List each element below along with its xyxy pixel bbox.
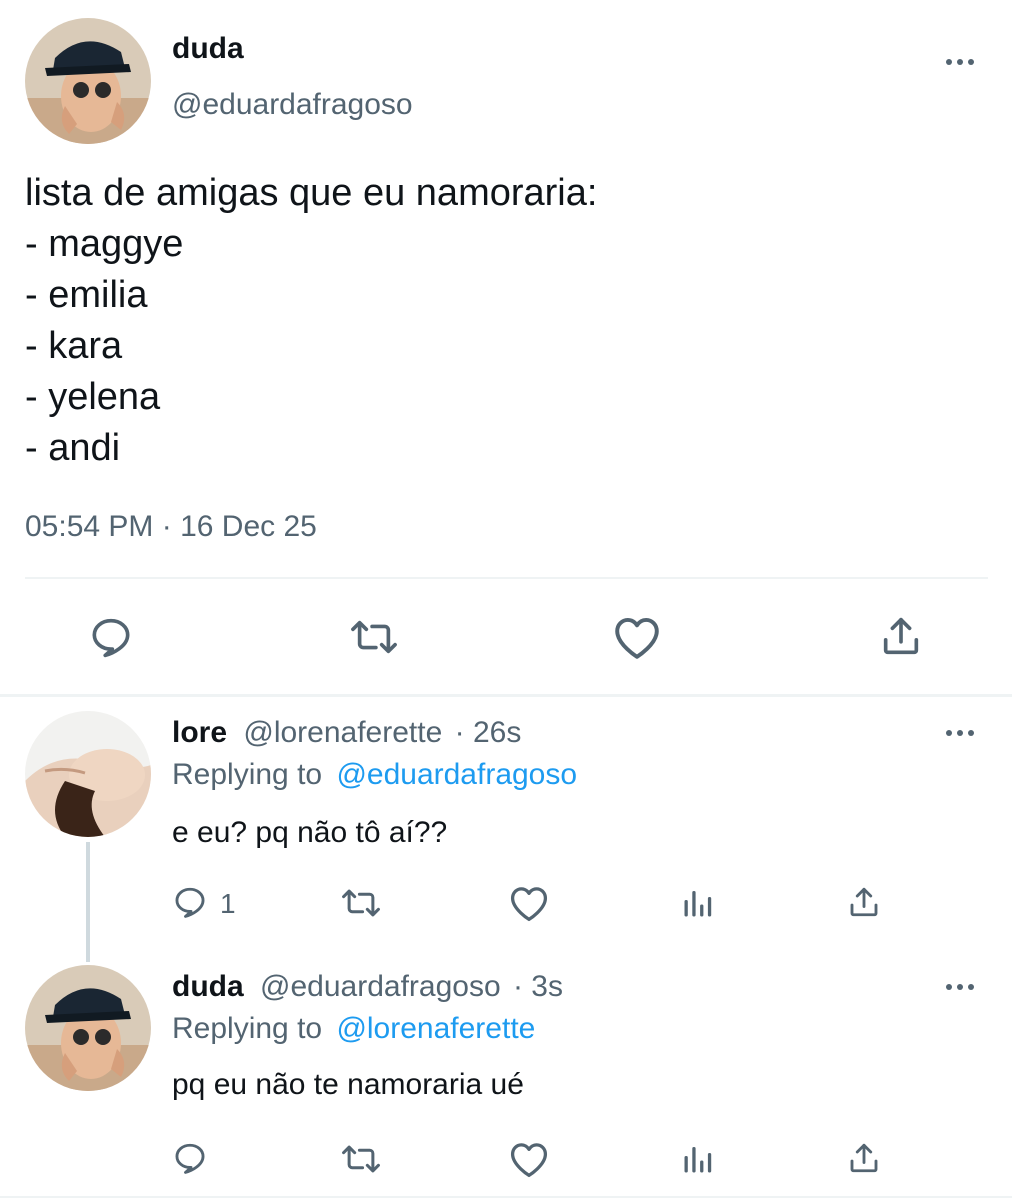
replying-to: Replying to @eduardafragoso <box>172 758 577 792</box>
reply-bubble-icon[interactable] <box>172 884 208 920</box>
reply-bubble-icon[interactable] <box>172 1140 208 1176</box>
divider <box>0 694 1012 697</box>
reply-time[interactable]: · 3s <box>513 970 563 1003</box>
author-name[interactable]: lore <box>172 716 227 749</box>
reply-count: 1 <box>220 888 236 919</box>
author-name[interactable]: duda <box>172 32 244 66</box>
tweet-text-line: - andi <box>25 427 121 469</box>
reply-header: duda @eduardafragoso · 3s <box>172 970 563 1004</box>
analytics-bar-icon[interactable] <box>680 1140 716 1178</box>
tweet-text-line: - kara <box>25 325 123 367</box>
tweet-text: lista de amigas que eu namoraria: - magg… <box>25 168 597 474</box>
replying-label: Replying to <box>172 758 323 791</box>
author-handle[interactable]: @eduardafragoso <box>260 970 501 1003</box>
divider <box>25 577 988 579</box>
share-icon[interactable] <box>846 882 882 922</box>
heart-icon[interactable] <box>508 1140 550 1178</box>
reply-bubble-icon[interactable] <box>88 614 134 660</box>
avatar[interactable] <box>25 711 151 837</box>
retweet-icon[interactable] <box>338 884 384 922</box>
tweet-text-line: - yelena <box>25 376 161 418</box>
tweet-text-line: - emilia <box>25 274 148 316</box>
more-horizontal-icon[interactable] <box>946 730 974 736</box>
reply-text: e eu? pq não tô aí?? <box>172 816 448 849</box>
share-icon[interactable] <box>878 612 924 660</box>
replying-label: Replying to <box>172 1012 323 1045</box>
divider <box>0 1196 1012 1198</box>
avatar[interactable] <box>25 965 151 1091</box>
author-handle[interactable]: @lorenaferette <box>243 716 442 749</box>
reply-time[interactable]: · 26s <box>455 716 522 749</box>
replying-mention[interactable]: @lorenaferette <box>336 1012 535 1045</box>
avatar[interactable] <box>25 18 151 144</box>
replying-to: Replying to @lorenaferette <box>172 1012 535 1046</box>
more-horizontal-icon[interactable] <box>946 984 974 990</box>
heart-icon[interactable] <box>612 614 662 660</box>
author-name[interactable]: duda <box>172 970 244 1003</box>
retweet-icon[interactable] <box>346 614 402 660</box>
heart-icon[interactable] <box>508 884 550 922</box>
retweet-icon[interactable] <box>338 1140 384 1178</box>
thread-line <box>86 842 90 962</box>
tweet-timestamp[interactable]: 05:54 PM · 16 Dec 25 <box>25 510 317 544</box>
tweet-text-line: lista de amigas que eu namoraria: <box>25 172 598 214</box>
reply-header: lore @lorenaferette · 26s <box>172 716 521 750</box>
share-icon[interactable] <box>846 1138 882 1178</box>
more-horizontal-icon[interactable] <box>946 59 974 65</box>
replying-mention[interactable]: @eduardafragoso <box>336 758 577 791</box>
tweet-text-line: - maggye <box>25 223 184 265</box>
reply-text: pq eu não te namoraria ué <box>172 1068 524 1101</box>
analytics-bar-icon[interactable] <box>680 884 716 922</box>
author-handle[interactable]: @eduardafragoso <box>172 88 413 122</box>
